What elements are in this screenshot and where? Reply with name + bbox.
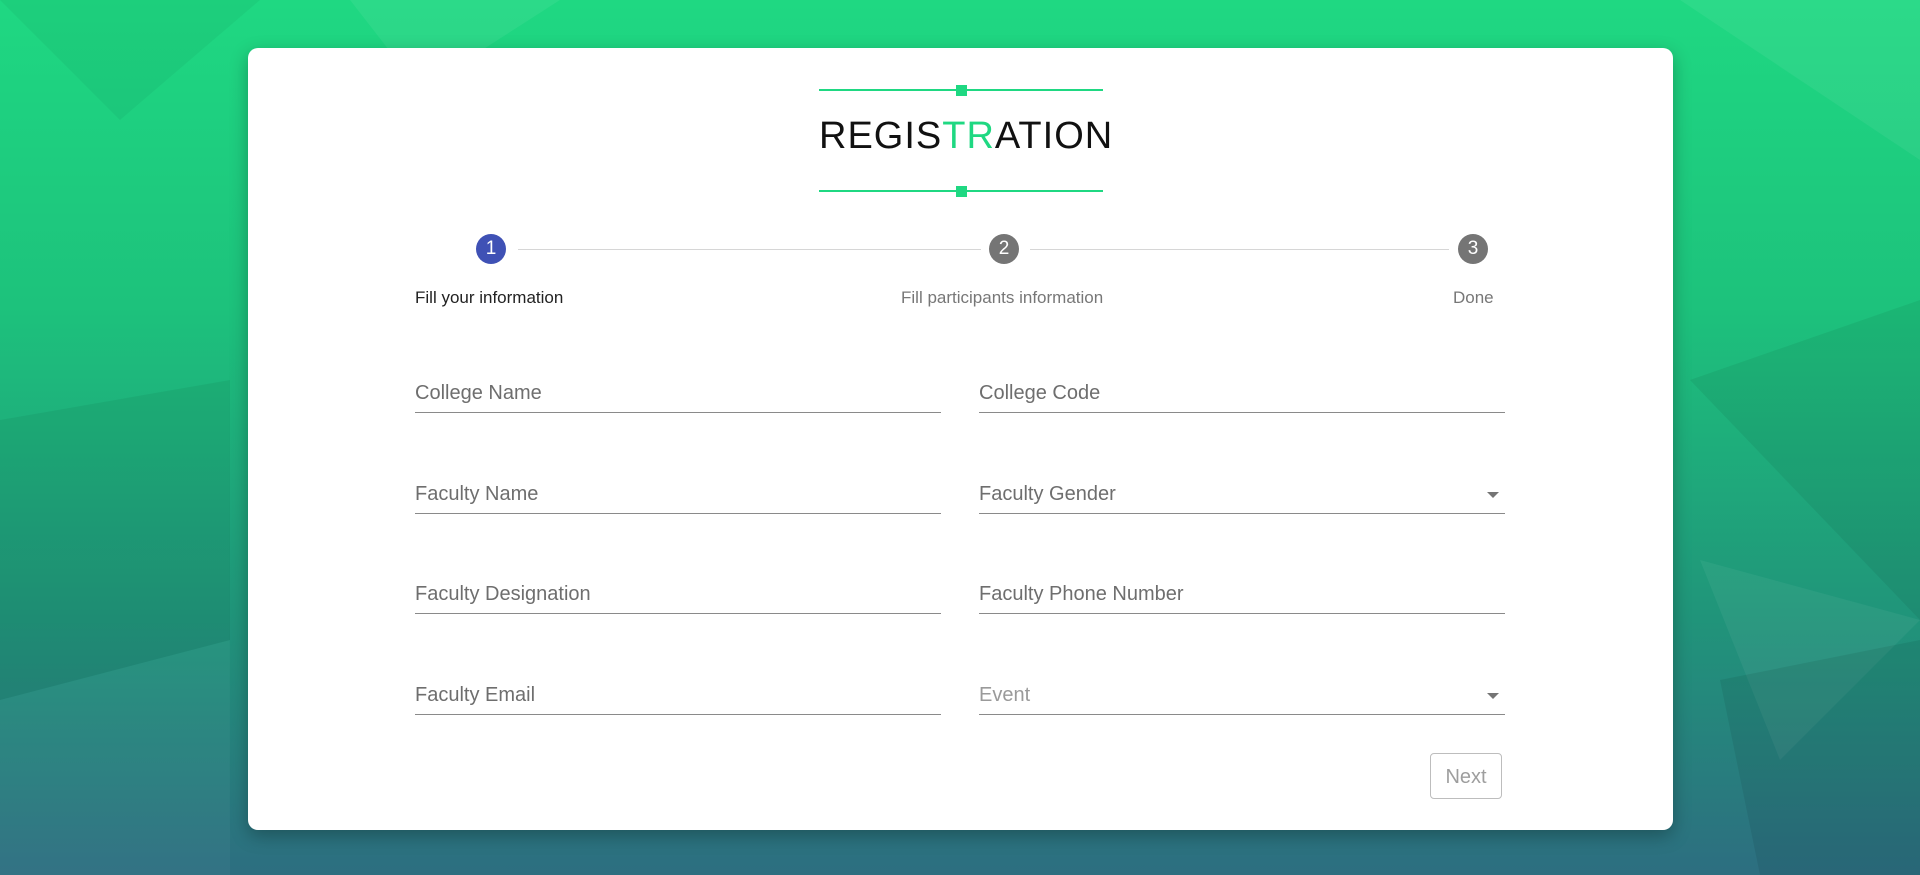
step-1-circle[interactable]: 1	[476, 234, 506, 264]
event-placeholder: Event	[979, 684, 1031, 706]
step-1-label: Fill your information	[415, 288, 564, 307]
logo-bottom-square	[956, 186, 967, 197]
faculty-gender-placeholder: Faculty Gender	[979, 483, 1116, 505]
logo-title: REGISTRATION	[819, 115, 1114, 157]
faculty-designation-field[interactable]: Faculty Designation	[415, 577, 941, 614]
step-3-label: Done	[1453, 288, 1494, 307]
college-name-field[interactable]: College Name	[415, 376, 941, 413]
faculty-email-field[interactable]: Faculty Email	[415, 678, 941, 715]
registration-card: REGISTRATION 1 2 3 Fill your information…	[248, 48, 1673, 830]
chevron-down-icon[interactable]	[1487, 492, 1499, 498]
faculty-gender-select[interactable]: Faculty Gender	[979, 477, 1505, 514]
step-3-circle[interactable]: 3	[1458, 234, 1488, 264]
logo-top-square	[956, 85, 967, 96]
step-connector-1	[518, 249, 981, 250]
college-name-placeholder: College Name	[415, 382, 542, 404]
college-code-field[interactable]: College Code	[979, 376, 1505, 413]
registration-logo: REGISTRATION	[819, 65, 1114, 197]
faculty-phone-field[interactable]: Faculty Phone Number	[979, 577, 1505, 614]
next-button[interactable]: Next	[1430, 753, 1502, 799]
faculty-email-placeholder: Faculty Email	[415, 684, 536, 706]
faculty-designation-placeholder: Faculty Designation	[415, 583, 591, 605]
faculty-name-placeholder: Faculty Name	[415, 483, 539, 505]
chevron-down-icon[interactable]	[1487, 693, 1499, 699]
step-connector-2	[1030, 249, 1449, 250]
step-2-label: Fill participants information	[901, 288, 1104, 307]
event-select[interactable]: Event	[979, 678, 1505, 715]
faculty-phone-placeholder: Faculty Phone Number	[979, 583, 1184, 605]
college-code-placeholder: College Code	[979, 382, 1101, 404]
step-2-circle[interactable]: 2	[989, 234, 1019, 264]
faculty-name-field[interactable]: Faculty Name	[415, 477, 941, 514]
